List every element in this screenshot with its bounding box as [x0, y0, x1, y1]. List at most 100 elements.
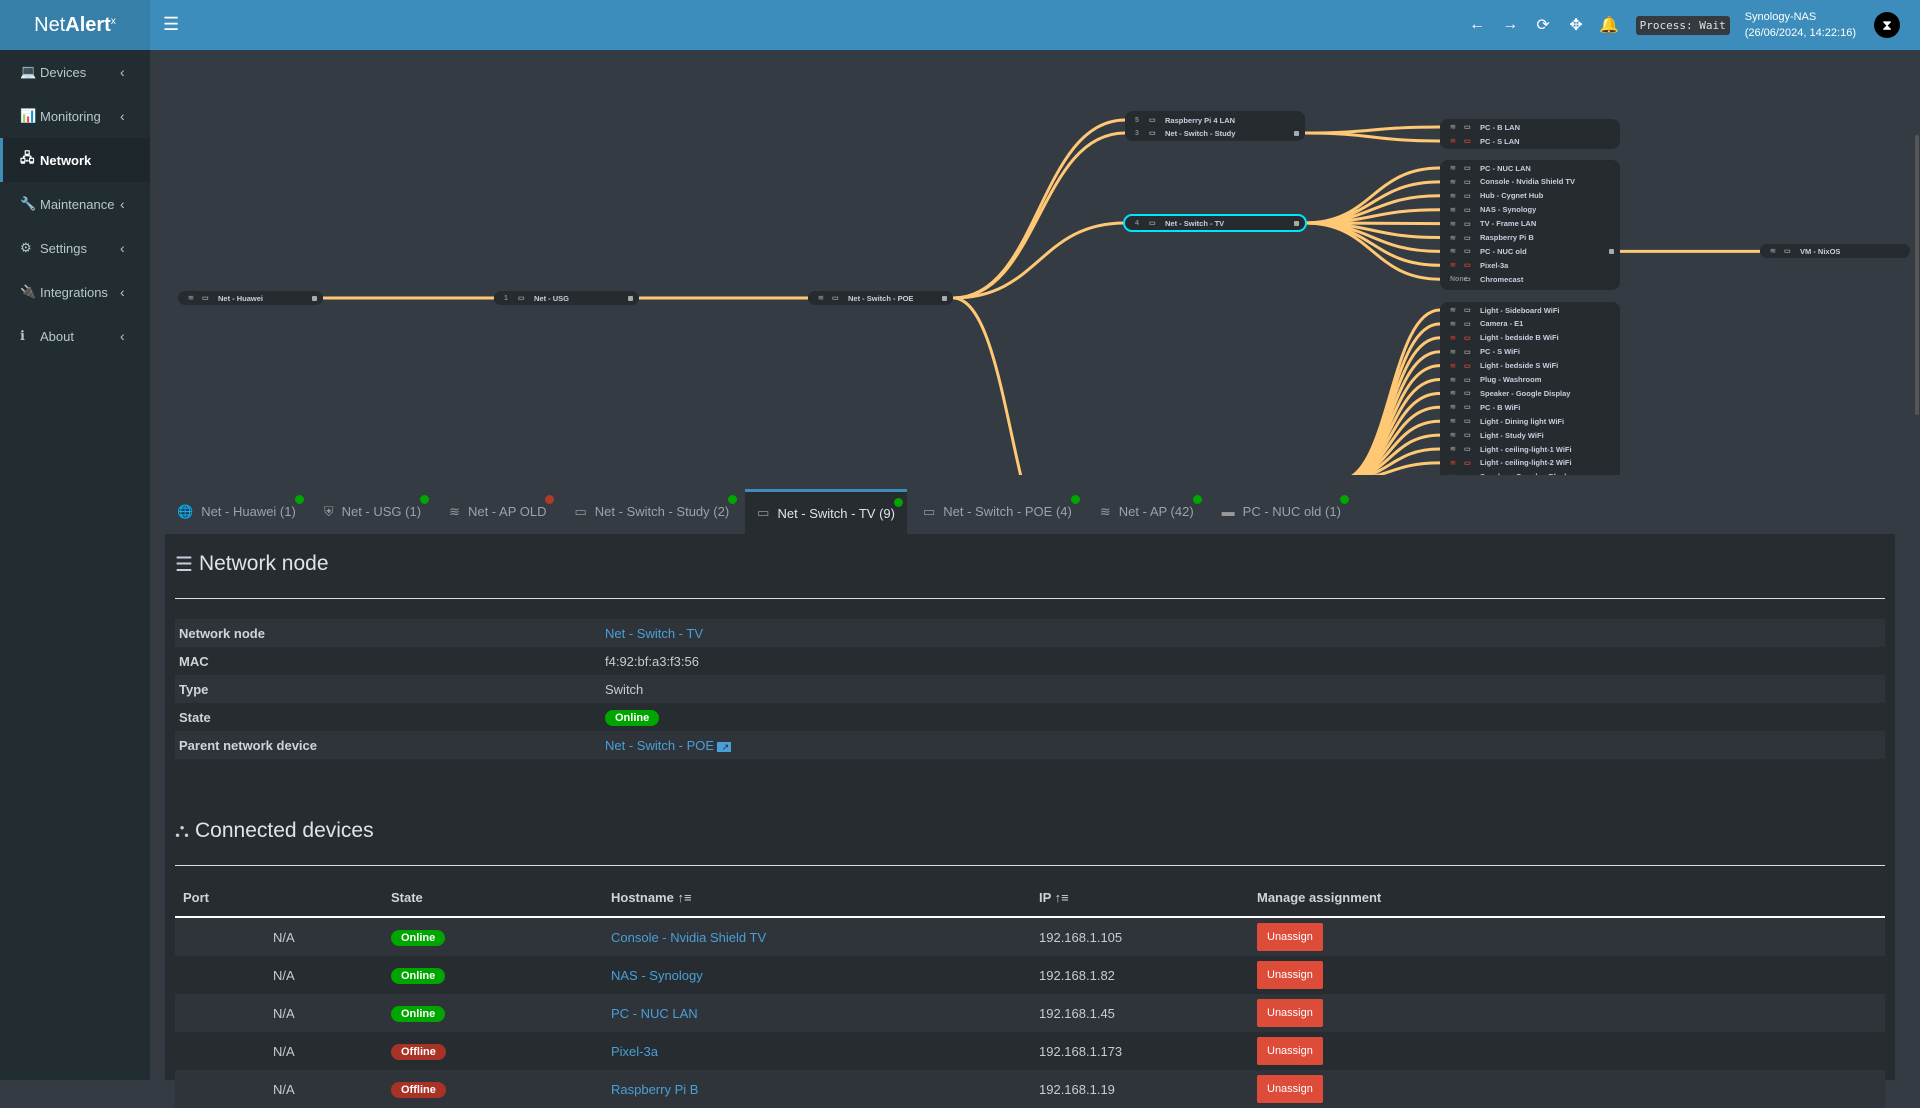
port-icon: ≋	[1450, 234, 1456, 242]
tree-node[interactable]: ≋ ▭ PC - NUC old	[1440, 244, 1620, 259]
user-avatar[interactable]: ⧗	[1874, 12, 1900, 38]
bell-icon[interactable]: 🔔	[1593, 15, 1626, 35]
unassign-button[interactable]: Unassign	[1257, 961, 1323, 989]
tree-node[interactable]: ≋ ▭ TV - Frame LAN	[1440, 216, 1620, 231]
tree-node[interactable]: ≋ ▭ PC - B LAN	[1440, 120, 1620, 134]
tree-node[interactable]: ≋ ▭ Light - Sideboard WiFi	[1440, 303, 1620, 317]
column-header-state[interactable]: State	[391, 890, 611, 905]
collapse-toggle-icon[interactable]	[628, 295, 633, 301]
hostname-link[interactable]: Pixel-3a	[611, 1044, 658, 1059]
unassign-button[interactable]: Unassign	[1257, 999, 1323, 1027]
unassign-button[interactable]: Unassign	[1257, 923, 1323, 951]
tree-node[interactable]: ≋ ▭ PC - S WiFi	[1440, 344, 1620, 359]
switch-icon: ▭	[757, 505, 770, 520]
tree-node[interactable]: ≋ ▭ PC - S LAN	[1440, 134, 1620, 148]
tree-node[interactable]: ≋ ▭ Light - Study WiFi	[1440, 428, 1620, 443]
forward-icon[interactable]: →	[1494, 16, 1527, 34]
sidebar-item-about[interactable]: ℹ About ‹	[0, 314, 150, 358]
collapse-toggle-icon[interactable]	[1294, 130, 1299, 136]
tab-net-usg-1[interactable]: ⛨ Net - USG (1)	[312, 489, 433, 534]
state-cell: Online	[391, 929, 611, 946]
tree-node[interactable]: ≋ ▭ Net - Huawei	[178, 291, 323, 305]
ip-cell: 192.168.1.45	[1039, 1005, 1115, 1021]
app-logo[interactable]: Net Alert x	[0, 0, 150, 50]
tree-node[interactable]: ≋ ▭ VM - NixOS	[1760, 244, 1910, 259]
sidebar-item-integrations[interactable]: 🔌 Integrations ‹	[0, 270, 150, 314]
gear-icon: ⚙	[20, 240, 32, 255]
tree-node-label: Hub - Cygnet Hub	[1480, 191, 1544, 201]
port-cell: N/A	[273, 1005, 295, 1021]
node-link[interactable]: Net - Switch - TV	[605, 626, 703, 641]
tree-scrollbar[interactable]	[1915, 135, 1919, 415]
tree-node[interactable]: ≋ ▭ Camera - E1	[1440, 316, 1620, 331]
sidebar: 💻 Devices ‹ 📊 Monitoring ‹ 🖧 Network 🔧 Maintenanc…	[0, 50, 150, 1080]
tree-node[interactable]: ≋ ▭ PC - B WiFi	[1440, 400, 1620, 415]
tree-node[interactable]: ≋ ▭ Plug - Washroom	[1440, 372, 1620, 387]
sort-icon[interactable]: ↑≡	[674, 890, 691, 905]
unassign-button[interactable]: Unassign	[1257, 1075, 1323, 1103]
sidebar-item-devices[interactable]: 💻 Devices ‹	[0, 50, 150, 94]
tree-node-label: Plug - Washroom	[1480, 375, 1542, 384]
tab-net-switch-study-2[interactable]: ▭ Net - Switch - Study (2)	[562, 489, 741, 534]
tree-node[interactable]: ≋ ▭ Light - ceiling-light-2 WiFi	[1440, 455, 1620, 470]
tree-node[interactable]: ≋▭Speaker - Google - Black	[1440, 469, 1620, 475]
tree-node[interactable]: 4 ▭ Net - Switch - TV	[1123, 214, 1307, 232]
tree-node[interactable]: ≋ ▭ Net - Switch - POE	[808, 291, 953, 305]
port-icon: ≋	[1450, 446, 1456, 453]
network-tree[interactable]: ≋ ▭ Net - Huawei 1 ▭ Net - USG ≋ ▭ Net - Switch …	[150, 50, 1920, 475]
hostname-link[interactable]: Console - Nvidia Shield TV	[611, 930, 766, 945]
refresh-icon[interactable]: ⟳	[1527, 15, 1560, 35]
sort-icon[interactable]: ↑≡	[1051, 890, 1069, 905]
tree-node[interactable]: ≋ ▭ Light - Dining light WiFi	[1440, 414, 1620, 429]
sidebar-item-settings[interactable]: ⚙ Settings ‹	[0, 226, 150, 270]
collapse-toggle-icon[interactable]	[942, 295, 947, 301]
tree-node[interactable]: 1 ▭ Net - USG	[494, 291, 639, 305]
move-icon[interactable]: ✥	[1560, 15, 1593, 35]
port-icon: 5	[1135, 116, 1139, 124]
tree-link	[952, 118, 1126, 300]
tab-net-switch-tv-9[interactable]: ▭ Net - Switch - TV (9)	[745, 489, 907, 534]
tree-node[interactable]: ≋ ▭ PC - NUC LAN	[1440, 161, 1620, 175]
tree-node[interactable]: None ▭ Chromecast	[1440, 272, 1620, 287]
laptop-icon: 💻	[20, 64, 37, 79]
hostname-link[interactable]: PC - NUC LAN	[611, 1006, 698, 1021]
sidebar-item-maintenance[interactable]: 🔧 Maintenance ‹	[0, 182, 150, 226]
column-header-ip[interactable]: IP ↑≡	[1039, 890, 1257, 905]
tree-node[interactable]: ≋ ▭ Console - Nvidia Shield TV	[1440, 174, 1620, 189]
hostname-link[interactable]: Raspberry Pi B	[611, 1082, 698, 1097]
port-icon: ≋	[1450, 192, 1456, 200]
tree-node[interactable]: 5 ▭ Raspberry Pi 4 LAN	[1125, 113, 1305, 127]
tab-pc-nuc-old-1[interactable]: ▬ PC - NUC old (1)	[1210, 489, 1353, 534]
sitemap-icon: ⛬	[175, 819, 189, 842]
tree-node[interactable]: ≋ ▭ Light - ceiling-light-1 WiFi	[1440, 442, 1620, 456]
collapse-toggle-icon[interactable]	[312, 295, 317, 301]
column-header-manage-assignment[interactable]: Manage assignment	[1257, 890, 1557, 905]
tree-node[interactable]: ≋ ▭ Pixel-3a	[1440, 258, 1620, 273]
tab-net-switch-poe-4[interactable]: ▭ Net - Switch - POE (4)	[911, 489, 1084, 534]
tree-node[interactable]: 3 ▭ Net - Switch - Study	[1125, 126, 1305, 140]
tree-node[interactable]: ≋ ▭ NAS - Synology	[1440, 202, 1620, 217]
back-icon[interactable]: ←	[1461, 16, 1494, 34]
node-link[interactable]: Net - Switch - POE	[605, 738, 714, 753]
port-none: None	[1450, 275, 1468, 283]
chevron-left-icon: ‹	[120, 64, 125, 80]
device-type-icon: ▭	[1149, 117, 1156, 124]
unassign-button[interactable]: Unassign	[1257, 1037, 1323, 1065]
sidebar-item-monitoring[interactable]: 📊 Monitoring ‹	[0, 94, 150, 138]
column-header-port[interactable]: Port	[175, 890, 391, 905]
tab-net-ap-old[interactable]: ≋ Net - AP OLD	[437, 489, 558, 534]
sidebar-item-network[interactable]: 🖧 Network	[0, 138, 150, 182]
external-link-icon[interactable]: ↗	[717, 741, 732, 752]
hostname-link[interactable]: NAS - Synology	[611, 968, 703, 983]
sidebar-toggle-icon[interactable]: ☰	[163, 14, 179, 34]
tree-node[interactable]: ≋ ▭ Light - bedside S WiFi	[1440, 358, 1620, 373]
tree-node[interactable]: ≋ ▭ Light - bedside B WiFi	[1440, 330, 1620, 345]
tab-net-ap-42[interactable]: ≋ Net - AP (42)	[1088, 489, 1206, 534]
collapse-toggle-icon[interactable]	[1609, 248, 1614, 254]
tab-net-huawei-1[interactable]: 🌐 Net - Huawei (1)	[165, 489, 308, 534]
column-header-hostname[interactable]: Hostname ↑≡	[611, 890, 1039, 905]
tree-node[interactable]: ≋ ▭ Raspberry Pi B	[1440, 230, 1620, 245]
tree-node[interactable]: ≋ ▭ Speaker - Google Display	[1440, 386, 1620, 401]
collapse-toggle-icon[interactable]	[1294, 220, 1299, 226]
tree-node[interactable]: ≋ ▭ Hub - Cygnet Hub	[1440, 188, 1620, 203]
